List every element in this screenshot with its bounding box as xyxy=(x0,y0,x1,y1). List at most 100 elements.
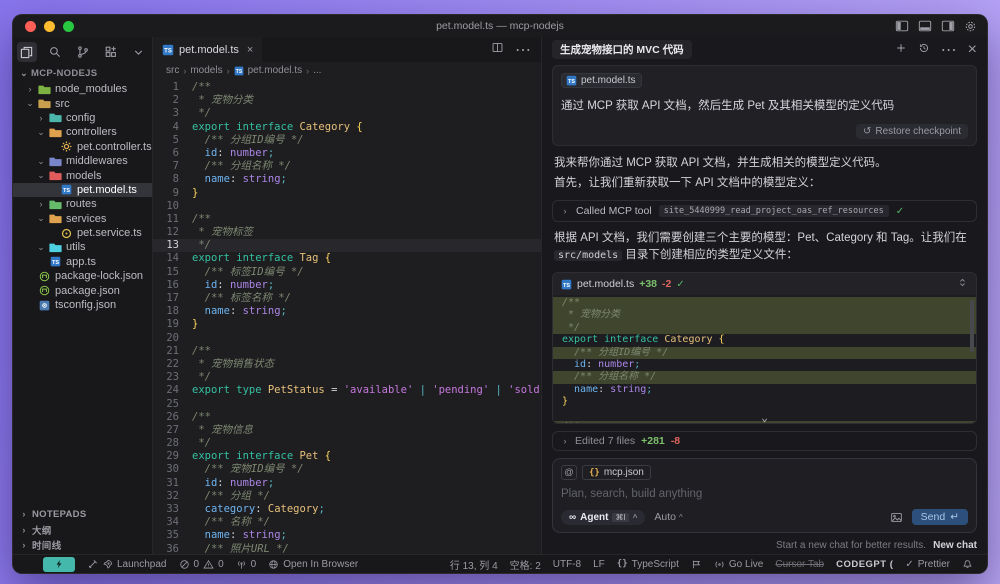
send-button[interactable]: Send ↵ xyxy=(911,509,968,525)
tree-item-package-json[interactable]: package.json xyxy=(13,283,152,297)
cursor-position-status[interactable]: 行 13, 列 4 xyxy=(444,557,504,572)
editor-more-actions-icon[interactable]: ⋯ xyxy=(515,40,531,60)
tree-item-routes[interactable]: › routes xyxy=(13,197,152,211)
code-line-18[interactable]: 18 name: string; xyxy=(153,305,541,318)
open-in-browser-status[interactable]: Open In Browser xyxy=(262,559,364,570)
cursor-tab-status[interactable]: Cursor Tab xyxy=(769,559,830,570)
code-line-23[interactable]: 23 */ xyxy=(153,371,541,384)
code-line-25[interactable]: 25 xyxy=(153,398,541,411)
code-line-3[interactable]: 3 */ xyxy=(153,107,541,120)
extensions-icon[interactable] xyxy=(101,42,121,62)
tree-item-middlewares[interactable]: ⌄ middlewares xyxy=(13,154,152,168)
code-line-20[interactable]: 20 xyxy=(153,332,541,345)
breadcrumb-item[interactable]: pet.model.ts xyxy=(248,65,302,76)
code-line-1[interactable]: 1 /** xyxy=(153,81,541,94)
maximize-window-button[interactable] xyxy=(63,20,74,32)
tree-item-package-lock-json[interactable]: package-lock.json xyxy=(13,269,152,283)
tree-item-pet-model-ts[interactable]: TS pet.model.ts xyxy=(13,182,152,198)
code-line-7[interactable]: 7 /** 分组名称 */ xyxy=(153,160,541,173)
section-timeline[interactable]: › 时间线 xyxy=(13,538,152,554)
diff-scrollbar[interactable] xyxy=(970,300,974,352)
tree-item-controllers[interactable]: ⌄ controllers xyxy=(13,125,152,139)
notifications-bell-icon[interactable] xyxy=(956,559,979,570)
code-line-22[interactable]: 22 * 宠物销售状态 xyxy=(153,358,541,371)
model-selector[interactable]: Auto ^ xyxy=(654,511,682,523)
code-line-9[interactable]: 9} xyxy=(153,187,541,200)
breadcrumb-item[interactable]: models xyxy=(190,65,222,76)
code-editor[interactable]: 1/** 2 * 宠物分类 3 */4 export interface Catego… xyxy=(153,79,541,554)
tree-item-node-modules[interactable]: › node_modules xyxy=(13,82,152,96)
code-line-6[interactable]: 6 id: number; xyxy=(153,147,541,160)
language-mode-status[interactable]: {} TypeScript xyxy=(611,559,685,570)
code-line-11[interactable]: 11 /** xyxy=(153,213,541,226)
chat-input[interactable] xyxy=(561,488,968,500)
tree-item-models[interactable]: ⌄ models xyxy=(13,168,152,182)
code-line-26[interactable]: 26 /** xyxy=(153,411,541,424)
code-line-34[interactable]: 34 /** 名称 */ xyxy=(153,516,541,529)
code-line-17[interactable]: 17 /** 标签名称 */ xyxy=(153,292,541,305)
code-line-5[interactable]: 5 /** 分组ID编号 */ xyxy=(153,134,541,147)
scroll-down-chevron-icon[interactable]: ⌄ xyxy=(761,411,768,423)
new-chat-icon[interactable] xyxy=(895,41,907,59)
section-notepads[interactable]: › NOTEPADS xyxy=(13,507,152,523)
code-line-24[interactable]: 24 export type PetStatus = 'available' | … xyxy=(153,384,541,397)
codegpt-status[interactable]: CODEGPT ( xyxy=(830,559,899,570)
agent-mode-selector[interactable]: ∞ Agent ⌘I ^ xyxy=(561,509,646,525)
toggle-sidebar-icon[interactable] xyxy=(895,19,909,33)
tree-item-pet-service-ts[interactable]: pet.service.ts xyxy=(13,226,152,240)
toggle-panel-icon[interactable] xyxy=(918,19,932,33)
code-line-31[interactable]: 31 id: number; xyxy=(153,477,541,490)
code-line-12[interactable]: 12 * 宠物标签 xyxy=(153,226,541,239)
code-line-30[interactable]: 30 /** 宠物ID编号 */ xyxy=(153,463,541,476)
breadcrumb-item[interactable]: src xyxy=(166,65,179,76)
code-line-4[interactable]: 4 export interface Category { xyxy=(153,121,541,134)
chat-messages[interactable]: TS pet.model.ts 通过 MCP 获取 API 文档，然后生成 Pe… xyxy=(542,62,987,431)
tab-pet-model[interactable]: TS pet.model.ts × xyxy=(153,37,263,62)
diff-header[interactable]: TS pet.model.ts +38 -2 ✓ xyxy=(553,273,976,295)
ports-status[interactable]: 0 xyxy=(230,559,263,570)
code-line-13[interactable]: 13 */ xyxy=(153,239,541,253)
chat-history-icon[interactable] xyxy=(918,41,930,59)
mcp-tool-call-row[interactable]: › Called MCP tool site_5440999_read_proj… xyxy=(552,200,977,222)
diff-code-block[interactable]: /** * 宠物分类 */export interface Category {… xyxy=(553,295,976,423)
code-line-21[interactable]: 21 /** xyxy=(153,345,541,358)
source-control-icon[interactable] xyxy=(73,42,93,62)
settings-gear-icon[interactable] xyxy=(964,20,977,33)
chat-close-icon[interactable]: × xyxy=(968,41,977,59)
restore-checkpoint-button[interactable]: ↺ Restore checkpoint xyxy=(856,124,968,139)
code-line-8[interactable]: 8 name: string; xyxy=(153,173,541,186)
tree-item-src[interactable]: ⌄ src xyxy=(13,96,152,110)
explorer-icon[interactable] xyxy=(16,42,37,62)
prettier-status[interactable]: ✓ Prettier xyxy=(899,559,956,570)
code-line-16[interactable]: 16 id: number; xyxy=(153,279,541,292)
attach-image-icon[interactable] xyxy=(890,511,903,524)
breadcrumb-item[interactable]: ... xyxy=(313,65,321,76)
toggle-secondary-sidebar-icon[interactable] xyxy=(941,19,955,33)
code-line-29[interactable]: 29 export interface Pet { xyxy=(153,450,541,463)
encoding-status[interactable]: UTF-8 xyxy=(547,559,587,570)
context-file-chip[interactable]: TS pet.model.ts xyxy=(561,73,643,88)
code-line-28[interactable]: 28 */ xyxy=(153,437,541,450)
minimize-window-button[interactable] xyxy=(44,20,55,32)
code-line-35[interactable]: 35 name: string; xyxy=(153,529,541,542)
code-line-33[interactable]: 33 category: Category; xyxy=(153,503,541,516)
tree-item-pet-controller-ts[interactable]: pet.controller.ts xyxy=(13,140,152,154)
search-icon[interactable] xyxy=(45,42,65,62)
tree-item-tsconfig-json[interactable]: tsconfig.json xyxy=(13,298,152,312)
tree-item-services[interactable]: ⌄ services xyxy=(13,212,152,226)
tree-item-app-ts[interactable]: TS app.ts xyxy=(13,255,152,269)
code-line-2[interactable]: 2 * 宠物分类 xyxy=(153,94,541,107)
indentation-status[interactable]: 空格: 2 xyxy=(504,557,547,572)
launchpad-status[interactable]: Launchpad xyxy=(81,559,173,570)
edited-files-row[interactable]: › Edited 7 files +281 -8 xyxy=(552,431,977,451)
tree-item-utils[interactable]: ⌄ utils xyxy=(13,240,152,254)
more-views-chevron-icon[interactable] xyxy=(129,42,149,62)
eol-status[interactable]: LF xyxy=(587,559,611,570)
chat-composer[interactable]: @ {} mcp.json ∞ Agent ⌘I ^ xyxy=(552,458,977,533)
add-context-button[interactable]: @ xyxy=(561,465,577,480)
close-window-button[interactable] xyxy=(25,20,36,32)
formatter-status-icon[interactable] xyxy=(685,559,708,570)
code-line-19[interactable]: 19} xyxy=(153,318,541,331)
code-line-36[interactable]: 36 /** 照片URL */ xyxy=(153,543,541,554)
expand-diff-icon[interactable] xyxy=(957,277,968,291)
